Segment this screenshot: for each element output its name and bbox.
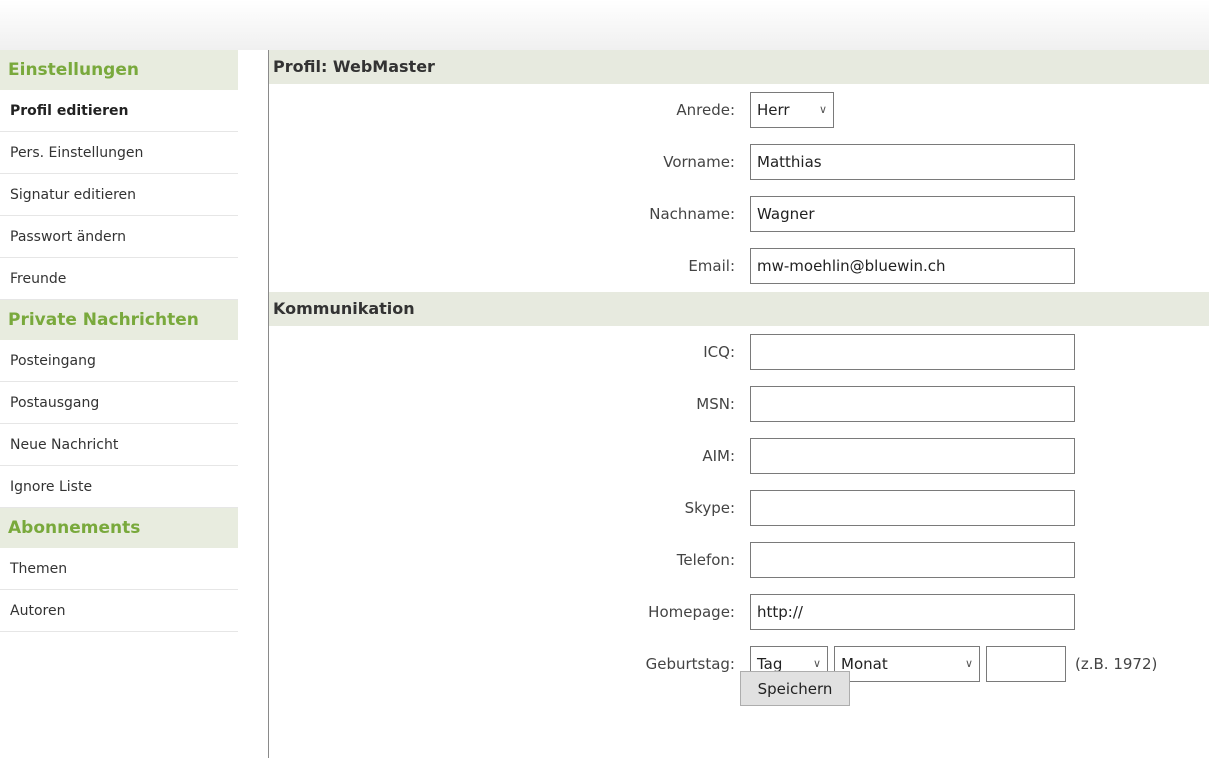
sidebar-item-postausgang[interactable]: Postausgang (0, 382, 238, 424)
homepage-label: Homepage: (648, 603, 735, 621)
aim-input[interactable] (750, 438, 1075, 474)
sidebar-nav: Einstellungen Profil editieren Pers. Ein… (0, 50, 238, 632)
sidebar-item-autoren[interactable]: Autoren (0, 590, 238, 632)
icq-label: ICQ: (703, 343, 735, 361)
vorname-label: Vorname: (663, 153, 735, 171)
anrede-select-value: Herr (757, 101, 790, 119)
vorname-row: Vorname: (269, 136, 1209, 188)
birthday-label: Geburtstag: (645, 655, 735, 673)
sidebar-item-neue-nachricht[interactable]: Neue Nachricht (0, 424, 238, 466)
email-label: Email: (688, 257, 735, 275)
anrede-label: Anrede: (676, 101, 735, 119)
nachname-input[interactable] (750, 196, 1075, 232)
chevron-down-icon: ∨ (964, 657, 973, 670)
skype-input[interactable] (750, 490, 1075, 526)
skype-row: Skype: (269, 482, 1209, 534)
save-button[interactable]: Speichern (740, 671, 850, 706)
msn-row: MSN: (269, 378, 1209, 430)
email-input[interactable] (750, 248, 1075, 284)
anrede-row: Anrede: Herr ∨ (269, 84, 1209, 136)
birthday-month-select[interactable]: Monat ∨ (834, 646, 980, 682)
sidebar-item-passwort-aendern[interactable]: Passwort ändern (0, 216, 238, 258)
sidebar-item-ignore-liste[interactable]: Ignore Liste (0, 466, 238, 508)
sidebar-item-signatur-editieren[interactable]: Signatur editieren (0, 174, 238, 216)
birthday-year-input[interactable] (986, 646, 1066, 682)
sidebar-item-themen[interactable]: Themen (0, 548, 238, 590)
sidebar-item-pers-einstellungen[interactable]: Pers. Einstellungen (0, 132, 238, 174)
profile-section-heading: Profil: WebMaster (269, 50, 1209, 84)
sidebar-item-freunde[interactable]: Freunde (0, 258, 238, 300)
sidebar-heading-private-nachrichten: Private Nachrichten (0, 300, 238, 340)
anrede-select[interactable]: Herr ∨ (750, 92, 834, 128)
telefon-label: Telefon: (676, 551, 735, 569)
telefon-row: Telefon: (269, 534, 1209, 586)
sidebar-heading-einstellungen: Einstellungen (0, 50, 238, 90)
top-banner (0, 0, 1209, 50)
homepage-row: Homepage: (269, 586, 1209, 638)
chevron-down-icon: ∨ (818, 103, 827, 116)
vorname-input[interactable] (750, 144, 1075, 180)
icq-input[interactable] (750, 334, 1075, 370)
sidebar-item-posteingang[interactable]: Posteingang (0, 340, 238, 382)
birthday-year-hint: (z.B. 1972) (1075, 655, 1158, 673)
sidebar-heading-abonnements: Abonnements (0, 508, 238, 548)
msn-input[interactable] (750, 386, 1075, 422)
aim-row: AIM: (269, 430, 1209, 482)
birthday-row: Geburtstag: Tag ∨ Monat ∨ (z.B. 1972) (269, 638, 1209, 690)
telefon-input[interactable] (750, 542, 1075, 578)
icq-row: ICQ: (269, 326, 1209, 378)
sidebar-item-profil-editieren[interactable]: Profil editieren (0, 90, 238, 132)
email-row: Email: (269, 240, 1209, 292)
skype-label: Skype: (684, 499, 735, 517)
homepage-input[interactable] (750, 594, 1075, 630)
nachname-row: Nachname: (269, 188, 1209, 240)
msn-label: MSN: (696, 395, 735, 413)
profile-form: Profil: WebMaster Anrede: Herr ∨ Vorname… (269, 50, 1209, 690)
nachname-label: Nachname: (649, 205, 735, 223)
communication-section-heading: Kommunikation (269, 292, 1209, 326)
aim-label: AIM: (702, 447, 735, 465)
